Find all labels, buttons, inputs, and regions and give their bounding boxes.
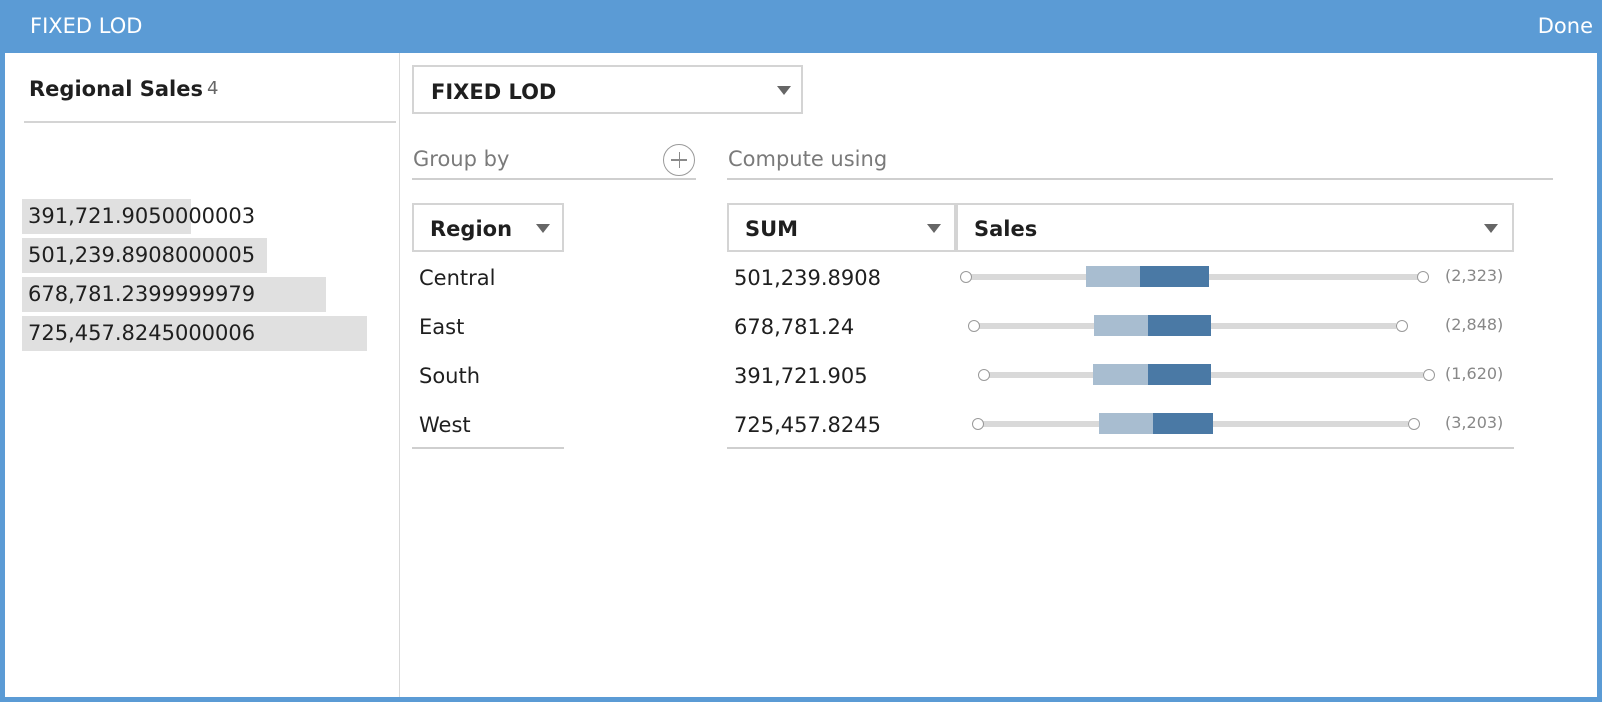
group-by-list-end bbox=[412, 447, 564, 449]
range-box-upper bbox=[1148, 315, 1211, 336]
value-item[interactable]: 501,239.8908000005 bbox=[22, 238, 367, 277]
value-label: 678,781.2399999979 bbox=[28, 282, 256, 306]
group-by-row-east: East bbox=[419, 315, 465, 339]
circle-handle-icon[interactable] bbox=[960, 271, 972, 283]
range-box-lower bbox=[1093, 364, 1148, 385]
circle-handle-icon[interactable] bbox=[1423, 369, 1435, 381]
caret-down-icon bbox=[536, 224, 550, 233]
record-count: (3,203) bbox=[1445, 413, 1504, 432]
value-label: 501,239.8908000005 bbox=[28, 243, 256, 267]
value-list: 391,721.9050000003 501,239.8908000005 67… bbox=[22, 199, 367, 355]
circle-handle-icon[interactable] bbox=[978, 369, 990, 381]
range-box-lower bbox=[1086, 266, 1140, 287]
value-label: 725,457.8245000006 bbox=[28, 321, 256, 345]
calculation-editor-pane: FIXED LOD Group by Compute using Region … bbox=[400, 53, 1597, 697]
done-button[interactable]: Done bbox=[1538, 14, 1593, 38]
aggregation-label: SUM bbox=[745, 217, 799, 241]
measure-select[interactable]: Sales bbox=[956, 203, 1514, 252]
value-item[interactable]: 725,457.8245000006 bbox=[22, 316, 367, 355]
range-box-lower bbox=[1099, 413, 1153, 434]
sum-value: 391,721.905 bbox=[734, 364, 868, 388]
circle-handle-icon[interactable] bbox=[1408, 418, 1420, 430]
sum-value: 678,781.24 bbox=[734, 315, 855, 339]
compute-using-label: Compute using bbox=[728, 147, 888, 171]
range-box-upper bbox=[1153, 413, 1213, 434]
circle-handle-icon[interactable] bbox=[1417, 271, 1429, 283]
title-bar: FIXED LOD Done bbox=[5, 0, 1597, 53]
circle-handle-icon[interactable] bbox=[972, 418, 984, 430]
sum-value: 725,457.8245 bbox=[734, 413, 881, 437]
range-box-lower bbox=[1094, 315, 1148, 336]
group-by-field-label: Region bbox=[430, 217, 513, 241]
field-name: Regional Sales bbox=[29, 77, 203, 101]
caret-down-icon bbox=[1484, 224, 1498, 233]
group-by-row-south: South bbox=[419, 364, 481, 388]
compute-using-list-end bbox=[727, 447, 1514, 449]
group-by-divider bbox=[412, 178, 696, 180]
calc-type-label: FIXED LOD bbox=[431, 80, 557, 104]
record-count: (1,620) bbox=[1445, 364, 1504, 383]
fixed-lod-dialog: FIXED LOD Done Regional Sales 4 391,721.… bbox=[0, 0, 1602, 702]
compute-using-divider bbox=[727, 178, 1553, 180]
group-by-row-west: West bbox=[419, 413, 471, 437]
value-item[interactable]: 678,781.2399999979 bbox=[22, 277, 367, 316]
field-value-count: 4 bbox=[207, 78, 219, 99]
range-box-upper bbox=[1148, 364, 1211, 385]
aggregation-select[interactable]: SUM bbox=[727, 203, 956, 252]
field-header: Regional Sales 4 bbox=[24, 77, 396, 123]
circle-handle-icon[interactable] bbox=[1396, 320, 1408, 332]
calc-type-select[interactable]: FIXED LOD bbox=[412, 65, 803, 114]
caret-down-icon bbox=[777, 86, 791, 95]
circle-handle-icon[interactable] bbox=[968, 320, 980, 332]
record-count: (2,848) bbox=[1445, 315, 1504, 334]
caret-down-icon bbox=[927, 224, 941, 233]
sum-value: 501,239.8908 bbox=[734, 266, 881, 290]
group-by-field-select[interactable]: Region bbox=[412, 203, 564, 252]
measure-label: Sales bbox=[974, 217, 1038, 241]
group-by-row-central: Central bbox=[419, 266, 496, 290]
range-box-upper bbox=[1140, 266, 1209, 287]
value-label: 391,721.9050000003 bbox=[28, 204, 256, 228]
field-values-pane: Regional Sales 4 391,721.9050000003 501,… bbox=[5, 53, 400, 697]
dialog-title: FIXED LOD bbox=[30, 14, 143, 38]
group-by-label: Group by bbox=[413, 147, 510, 171]
add-group-by-icon[interactable] bbox=[663, 144, 695, 176]
record-count: (2,323) bbox=[1445, 266, 1504, 285]
value-item[interactable]: 391,721.9050000003 bbox=[22, 199, 367, 238]
